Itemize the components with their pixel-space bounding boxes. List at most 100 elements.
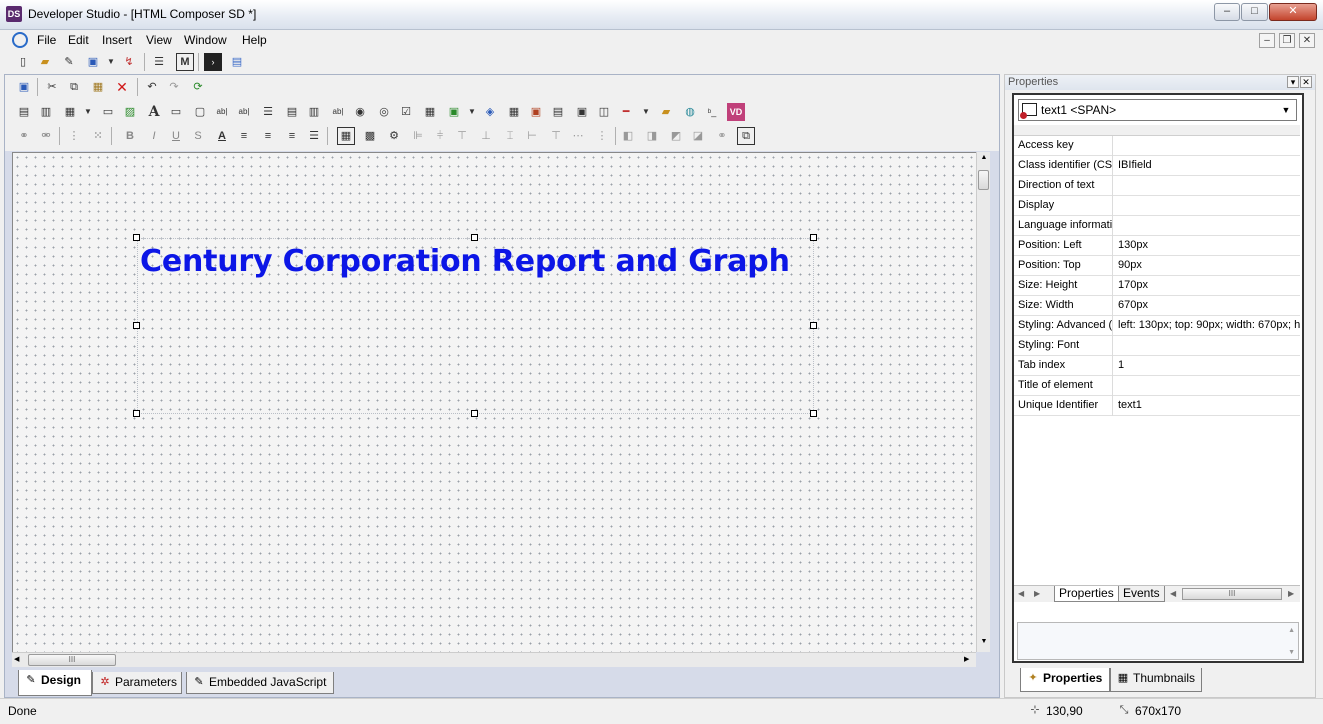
settings-icon[interactable]: ⚙ <box>385 127 403 145</box>
property-row[interactable]: Class identifier (CSS) IBIfield <box>1014 156 1300 176</box>
unlink-icon[interactable]: ⚮ <box>37 127 55 145</box>
report-icon[interactable]: ☰ <box>150 53 168 71</box>
align-middles-icon[interactable]: ⌶ <box>501 127 519 145</box>
property-value[interactable]: IBIfield <box>1114 156 1300 176</box>
resize-handle[interactable] <box>133 322 140 329</box>
cut-icon[interactable]: ✂ <box>43 78 61 96</box>
grid-icon[interactable]: ▦ <box>505 103 523 121</box>
property-row[interactable]: Unique Identifier text1 <box>1014 396 1300 416</box>
grid-dots-icon[interactable]: ⁙ <box>89 127 107 145</box>
layer-back-icon[interactable]: ◨ <box>643 127 661 145</box>
tab-thumbnails[interactable]: ▦ Thumbnails <box>1110 668 1202 692</box>
line-icon[interactable]: ━ <box>617 103 635 121</box>
scroll-right-icon[interactable]: ▶ <box>964 655 969 663</box>
calendar-icon[interactable]: ▣ <box>445 103 463 121</box>
property-row[interactable]: Display <box>1014 196 1300 216</box>
folder-icon[interactable]: ▰ <box>657 103 675 121</box>
close-button[interactable]: ✕ <box>1269 3 1317 21</box>
property-row[interactable]: Styling: Advanced (CSS)left: 130px; top:… <box>1014 316 1300 336</box>
property-row[interactable]: Tab index 1 <box>1014 356 1300 376</box>
scroll-up-icon[interactable]: ▲ <box>1288 627 1295 634</box>
property-value[interactable] <box>1114 216 1300 236</box>
space-across-icon[interactable]: ⋯ <box>569 127 587 145</box>
new-icon[interactable]: ▯ <box>14 53 32 71</box>
map-icon[interactable]: ▣ <box>527 103 545 121</box>
chart-object-icon[interactable]: ▥ <box>37 103 55 121</box>
tab-properties-grid[interactable]: Properties <box>1054 586 1119 602</box>
combo-icon[interactable]: ▤ <box>283 103 301 121</box>
underline-icon[interactable]: U <box>167 127 185 145</box>
panel-icon[interactable]: ▤ <box>549 103 567 121</box>
menu-window[interactable]: Window <box>184 32 227 48</box>
text-icon[interactable]: A <box>145 103 163 121</box>
property-value[interactable] <box>1114 196 1300 216</box>
dropdown-arrow-icon[interactable]: ▼ <box>79 103 97 121</box>
property-value[interactable] <box>1114 376 1300 396</box>
align-lefts-icon[interactable]: ⊫ <box>409 127 427 145</box>
panel-close-icon[interactable]: ✕ <box>1300 76 1312 88</box>
list-box-icon[interactable]: ☰ <box>259 103 277 121</box>
resize-handle[interactable] <box>133 410 140 417</box>
tree-icon[interactable]: ▦ <box>421 103 439 121</box>
tab-events-grid[interactable]: Events <box>1118 586 1165 602</box>
database-icon[interactable]: ▤ <box>228 53 246 71</box>
font-color-icon[interactable]: A <box>213 127 231 145</box>
dropdown-arrow-icon[interactable]: ▼ <box>463 103 481 121</box>
edit-icon[interactable]: ✎ <box>60 53 78 71</box>
undo-icon[interactable]: ↶ <box>143 78 161 96</box>
mdi-minimize-button[interactable]: – <box>1259 33 1275 48</box>
copy-icon[interactable]: ⧉ <box>65 78 83 96</box>
text-area-icon[interactable]: ▢ <box>191 103 209 121</box>
property-value[interactable]: left: 130px; top: 90px; width: 670px; he… <box>1114 316 1300 336</box>
grid-scroll-thumb[interactable]: III <box>1182 588 1282 600</box>
abl-icon[interactable]: ab| <box>213 103 231 121</box>
align-left-icon[interactable]: ≡ <box>235 127 253 145</box>
tab-properties[interactable]: ✦ Properties <box>1020 668 1110 692</box>
book-icon[interactable]: ◫ <box>595 103 613 121</box>
grid-scroll-left-icon[interactable]: ◀ <box>1170 586 1176 602</box>
tab-embedded-javascript[interactable]: ✎ Embedded JavaScript <box>186 672 334 694</box>
layer-up-icon[interactable]: ◩ <box>667 127 685 145</box>
table-object-icon[interactable]: ▦ <box>61 103 79 121</box>
resize-handle[interactable] <box>133 234 140 241</box>
property-value[interactable]: 170px <box>1114 276 1300 296</box>
bold-icon[interactable]: B <box>121 127 139 145</box>
scroll-left-icon[interactable]: ◀ <box>14 655 19 663</box>
resize-handle[interactable] <box>810 410 817 417</box>
save-icon[interactable]: ▣ <box>84 53 102 71</box>
scroll-up-icon[interactable]: ▲ <box>979 154 989 161</box>
delete-icon[interactable]: ✕ <box>113 78 131 96</box>
report-object-icon[interactable]: ▤ <box>15 103 33 121</box>
console-icon[interactable]: › <box>204 53 222 71</box>
link-icon[interactable]: ⚭ <box>15 127 33 145</box>
property-value[interactable]: 130px <box>1114 236 1300 256</box>
open-folder-icon[interactable]: ▰ <box>36 53 54 71</box>
property-row[interactable]: Title of element <box>1014 376 1300 396</box>
dropdown-arrow-icon[interactable]: ▼ <box>637 103 655 121</box>
tab-parameters[interactable]: ✲ Parameters <box>92 672 182 694</box>
align-right-icon[interactable]: ≡ <box>283 127 301 145</box>
same-height-icon[interactable]: ⊤ <box>547 127 565 145</box>
checkbox-icon[interactable]: ☑ <box>397 103 415 121</box>
resize-handle[interactable] <box>810 322 817 329</box>
scroll-thumb[interactable] <box>978 170 989 190</box>
refresh-icon[interactable]: ⟳ <box>189 78 207 96</box>
tab-scroll-right-icon[interactable]: ▶ <box>1034 586 1040 602</box>
same-width-icon[interactable]: ⊢ <box>523 127 541 145</box>
hyperlink-icon[interactable]: ◈ <box>481 103 499 121</box>
property-row[interactable]: Size: Width 670px <box>1014 296 1300 316</box>
tab-design[interactable]: ✎ Design <box>18 670 92 696</box>
property-row[interactable]: Language information <box>1014 216 1300 236</box>
chain-icon[interactable]: ⚭ <box>713 127 731 145</box>
tab-scroll-left-icon[interactable]: ◀ <box>1018 586 1024 602</box>
radio-group-icon[interactable]: ◉ <box>351 103 369 121</box>
align-tops-icon[interactable]: ⊤ <box>453 127 471 145</box>
report-heading-text[interactable]: Century Corporation Report and Graph <box>140 244 790 279</box>
abl-icon-2[interactable]: ab| <box>235 103 253 121</box>
document-icon[interactable] <box>12 32 28 48</box>
property-row[interactable]: Direction of text <box>1014 176 1300 196</box>
dropdown-arrow-icon[interactable]: ▼ <box>102 53 120 71</box>
scroll-down-icon[interactable]: ▼ <box>979 638 989 645</box>
redo-icon[interactable]: ↷ <box>165 78 183 96</box>
property-row[interactable]: Access key <box>1014 136 1300 156</box>
